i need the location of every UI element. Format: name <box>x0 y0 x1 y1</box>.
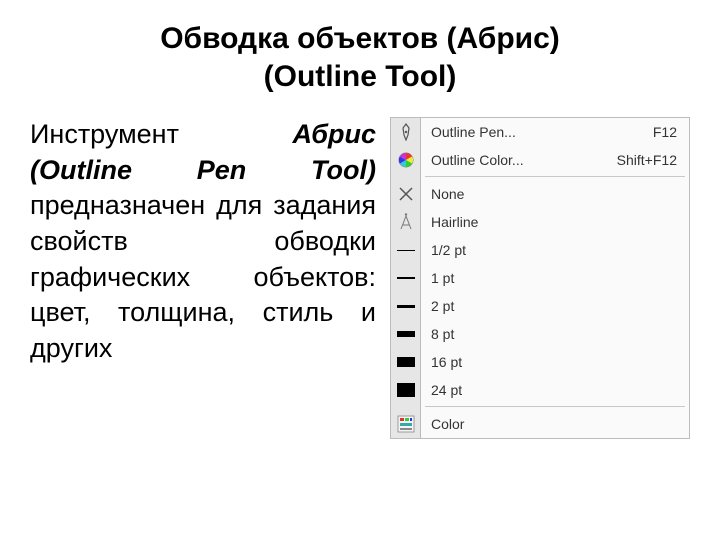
description-paragraph: Инструмент Абрис (Outline Pen Tool) пред… <box>30 117 390 366</box>
menu-label: 2 pt <box>421 298 689 314</box>
menu-shortcut: F12 <box>653 124 689 140</box>
para-bold-2: (Outline Pen Tool) <box>30 155 376 185</box>
line-weight-icon <box>391 320 421 348</box>
menu-item-16pt[interactable]: 16 pt <box>391 348 689 376</box>
para-bold-1: Абрис <box>292 119 376 149</box>
hairline-icon <box>391 208 421 236</box>
line-weight-icon <box>391 376 421 404</box>
para-lead: Инструмент <box>30 119 292 149</box>
menu-item-outline-color[interactable]: Outline Color... Shift+F12 <box>391 146 689 174</box>
slide-title: Обводка объектов (Абрис) (Outline Tool) <box>30 20 690 95</box>
menu-label: 1 pt <box>421 270 689 286</box>
menu-label: 16 pt <box>421 354 689 370</box>
menu-label: 8 pt <box>421 326 689 342</box>
line-weight-icon <box>391 292 421 320</box>
pen-nib-icon <box>391 118 421 146</box>
title-line-1: Обводка объектов (Абрис) <box>160 22 560 55</box>
menu-item-8pt[interactable]: 8 pt <box>391 320 689 348</box>
menu-label: None <box>421 186 689 202</box>
menu-shortcut: Shift+F12 <box>617 152 689 168</box>
outline-flyout-menu: Outline Pen... F12 Outline Color... Shif… <box>390 117 690 439</box>
menu-label: 1/2 pt <box>421 242 689 258</box>
line-weight-icon <box>391 348 421 376</box>
menu-item-2pt[interactable]: 2 pt <box>391 292 689 320</box>
menu-label: Hairline <box>421 214 689 230</box>
content-row: Инструмент Абрис (Outline Pen Tool) пред… <box>30 117 690 439</box>
menu-item-24pt[interactable]: 24 pt <box>391 376 689 404</box>
menu-item-hairline[interactable]: Hairline <box>391 208 689 236</box>
para-rest: предназначен для задания свойств обводки… <box>30 190 376 363</box>
menu-item-none[interactable]: None <box>391 180 689 208</box>
line-weight-icon <box>391 236 421 264</box>
no-outline-icon <box>391 180 421 208</box>
menu-item-half-pt[interactable]: 1/2 pt <box>391 236 689 264</box>
menu-item-1pt[interactable]: 1 pt <box>391 264 689 292</box>
menu-item-outline-pen[interactable]: Outline Pen... F12 <box>391 118 689 146</box>
color-docker-icon <box>391 410 421 438</box>
menu-item-color-docker[interactable]: Color <box>391 410 689 438</box>
line-weight-icon <box>391 264 421 292</box>
menu-label: Outline Pen... <box>421 124 653 140</box>
menu-label: Color <box>421 416 689 432</box>
title-line-2: (Outline Tool) <box>264 60 457 93</box>
color-wheel-icon <box>391 146 421 174</box>
menu-label: Outline Color... <box>421 152 617 168</box>
menu-label: 24 pt <box>421 382 689 398</box>
